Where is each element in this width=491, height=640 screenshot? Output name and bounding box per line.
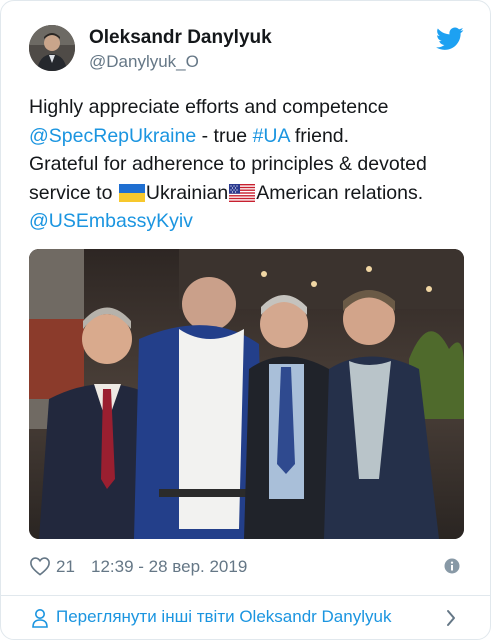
tweet-line-4: service to Ukrainian American relations. [29, 179, 469, 208]
mention-link-specrep[interactable]: @SpecRepUkraine [29, 125, 196, 147]
tweet-text: Highly appreciate efforts and competence… [29, 93, 469, 236]
profile-photo [29, 25, 75, 71]
twitter-bird-icon[interactable] [436, 27, 464, 51]
author-name[interactable]: Oleksandr Danylyuk [89, 27, 272, 49]
tweet-text-segment: American relations. [256, 181, 424, 204]
info-icon[interactable] [444, 558, 460, 574]
ukraine-flag-icon [118, 183, 145, 202]
mention-link-usembassy[interactable]: @USEmbassyKyiv [29, 210, 193, 232]
hashtag-link-ua[interactable]: #UA [253, 125, 290, 147]
chevron-right-icon[interactable] [445, 608, 457, 628]
tweet-photo[interactable] [29, 249, 464, 539]
view-more-tweets-link[interactable]: Переглянути інші твіти Oleksandr Danylyu… [1, 596, 490, 639]
tweet-meta: 21 12:39 - 28 вер. 2019 [29, 554, 464, 578]
avatar[interactable] [29, 25, 75, 71]
person-icon [32, 609, 48, 628]
tweet-text-segment: - true [196, 124, 253, 147]
tweet-text-segment: service to [29, 181, 118, 204]
view-more-tweets-label[interactable]: Переглянути інші твіти Oleksandr Danylyu… [56, 607, 391, 627]
tweet-line-3: Grateful for adherence to principles & d… [29, 150, 469, 179]
tweet-timestamp[interactable]: 12:39 - 28 вер. 2019 [91, 557, 247, 577]
heart-icon[interactable] [29, 556, 51, 576]
like-count[interactable]: 21 [56, 557, 75, 577]
author-handle[interactable]: @Danylyuk_O [89, 52, 199, 72]
tweet-card[interactable]: Oleksandr Danylyuk @Danylyuk_O Highly ap… [0, 0, 491, 640]
tweet-line-1: Highly appreciate efforts and competence [29, 93, 469, 122]
usa-flag-icon [229, 183, 256, 202]
tweet-line-2: @SpecRepUkraine - true #UA friend. [29, 122, 469, 151]
tweet-text-segment: friend. [289, 124, 350, 147]
tweet-text-segment: Highly appreciate efforts and competence [29, 96, 389, 118]
tweet-text-segment: Grateful for adherence to principles & d… [29, 153, 427, 175]
tweet-text-segment: Ukrainian [145, 181, 229, 204]
tweet-line-5: @USEmbassyKyiv [29, 207, 469, 236]
group-photo [29, 249, 464, 539]
